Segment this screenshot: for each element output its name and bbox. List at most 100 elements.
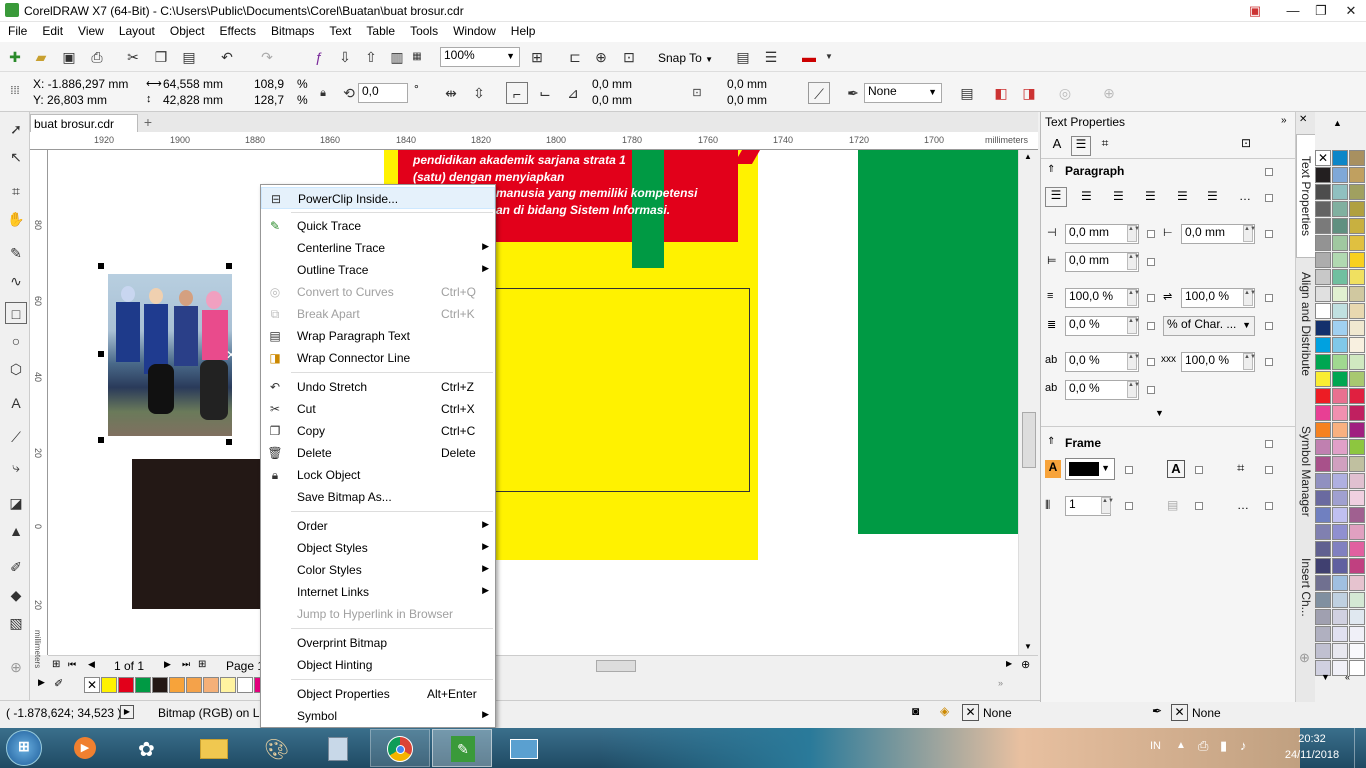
menu-item-outline-trace[interactable]: Outline Trace ▶: [261, 259, 495, 281]
drawing-canvas[interactable]: pendidikan akademik sarjana strata 1 (sa…: [48, 150, 1018, 655]
menu-item-internet-links[interactable]: Internet Links ▶: [261, 581, 495, 603]
color-swatch[interactable]: [1349, 558, 1365, 574]
color-swatch[interactable]: [1315, 626, 1331, 642]
color-swatch[interactable]: [1349, 541, 1365, 557]
taskbar-paint-app[interactable]: ✿: [120, 729, 180, 767]
vertical-scrollbar[interactable]: ▲ ▼: [1018, 150, 1038, 655]
checkbox[interactable]: [1125, 502, 1133, 510]
color-swatch[interactable]: [1332, 269, 1348, 285]
scale-y-field[interactable]: 128,7: [254, 93, 284, 107]
menu-item-wrap-paragraph-text[interactable]: ▤ Wrap Paragraph Text: [261, 325, 495, 347]
spin-icon[interactable]: ▲▼: [1243, 353, 1256, 370]
color-swatch[interactable]: [1349, 184, 1365, 200]
color-swatch[interactable]: [1315, 490, 1331, 506]
text-box-icon[interactable]: A: [1167, 460, 1185, 478]
checkbox[interactable]: [1265, 466, 1273, 474]
color-swatch[interactable]: [1349, 507, 1365, 523]
open-icon[interactable]: ▰: [30, 46, 52, 68]
corner-tl-field[interactable]: 0,0 mm: [592, 77, 632, 91]
taskbar-photo-viewer[interactable]: [494, 729, 554, 767]
color-swatch[interactable]: [186, 677, 202, 693]
welcome-screen-icon[interactable]: ▬: [798, 46, 820, 68]
outline-pen-icon[interactable]: ✒: [1152, 704, 1162, 718]
palette-up-icon[interactable]: ▲: [1333, 118, 1342, 128]
menu-help[interactable]: Help: [503, 22, 543, 42]
menu-item-jump-to-hyperlink[interactable]: Jump to Hyperlink in Browser: [261, 603, 495, 625]
color-swatch[interactable]: [1332, 507, 1348, 523]
mirror-v-icon[interactable]: ⇳: [468, 82, 490, 104]
align-left-icon[interactable]: ☰: [1081, 189, 1092, 203]
checkbox[interactable]: [1265, 502, 1273, 510]
menu-bitmaps[interactable]: Bitmaps: [263, 22, 321, 42]
checkbox[interactable]: [1265, 358, 1273, 366]
selection-handle[interactable]: [226, 439, 232, 445]
color-swatch[interactable]: [1315, 643, 1331, 659]
eyedropper-icon[interactable]: ✐: [54, 677, 63, 690]
color-swatch[interactable]: [1349, 405, 1365, 421]
fill-bucket-icon[interactable]: ◈: [940, 704, 949, 718]
undo-icon[interactable]: ↶: [216, 46, 238, 68]
rotation-field[interactable]: 0,0: [358, 83, 408, 103]
spin-icon[interactable]: ▲▼: [1243, 225, 1256, 242]
color-swatch[interactable]: [237, 677, 253, 693]
ellipse-tool-icon[interactable]: ○: [5, 330, 27, 352]
text-frame[interactable]: [486, 288, 750, 492]
checkbox[interactable]: [1147, 294, 1155, 302]
eyedropper-icon[interactable]: ✐: [5, 556, 27, 578]
scroll-down-icon[interactable]: ▼: [1024, 642, 1032, 651]
menu-layout[interactable]: Layout: [111, 22, 162, 42]
paragraph-tab-icon[interactable]: ☰: [1071, 136, 1091, 156]
minimize-button[interactable]: —: [1278, 0, 1308, 22]
color-swatch[interactable]: [169, 677, 185, 693]
connector-tool-icon[interactable]: ⤷: [5, 456, 27, 478]
selection-handle[interactable]: [98, 351, 104, 357]
publish-pdf-icon[interactable]: ▥: [386, 46, 408, 68]
color-swatch[interactable]: [1315, 184, 1331, 200]
last-page-icon[interactable]: ⏭: [182, 659, 190, 670]
color-swatch[interactable]: [1332, 303, 1348, 319]
color-swatch[interactable]: [1315, 286, 1331, 302]
rectangle-tool-icon[interactable]: □: [5, 302, 27, 324]
new-document-icon[interactable]: ✚: [4, 46, 26, 68]
checkbox[interactable]: [1265, 322, 1273, 330]
scale-x-field[interactable]: 108,9: [254, 77, 284, 91]
rulers-icon[interactable]: ⊏: [564, 46, 586, 68]
outline-width-select[interactable]: None ▼: [864, 83, 942, 103]
collapse-arrow-icon[interactable]: ⇑: [1047, 164, 1055, 175]
menu-item-wrap-connector-line[interactable]: ◨ Wrap Connector Line: [261, 347, 495, 369]
color-swatch[interactable]: [1349, 218, 1365, 234]
checkbox[interactable]: [1265, 194, 1273, 202]
print-icon[interactable]: ⎙: [86, 46, 108, 68]
taskbar-media-player[interactable]: ▶: [56, 729, 116, 767]
palette-expand-icon[interactable]: «: [1345, 672, 1350, 682]
align-none-icon[interactable]: ☰: [1045, 187, 1067, 207]
palette-down-icon[interactable]: ▼: [1321, 672, 1330, 682]
spin-icon[interactable]: ▲▼: [1127, 289, 1140, 306]
menu-item-overprint-bitmap[interactable]: Overprint Bitmap: [261, 632, 495, 654]
brochure-text-line-3[interactable]: manusia yang memiliki kompetensi: [496, 186, 697, 200]
color-swatch[interactable]: [1315, 507, 1331, 523]
color-swatch[interactable]: [1332, 422, 1348, 438]
menu-item-powerclip-inside[interactable]: ⊟ PowerClip Inside...: [261, 187, 495, 209]
photo-bitmap[interactable]: [108, 274, 232, 436]
chamfer-corner-icon[interactable]: ⊿: [562, 82, 584, 104]
align-center-icon[interactable]: ☰: [1113, 189, 1124, 203]
color-swatch[interactable]: [1315, 354, 1331, 370]
color-swatch[interactable]: [1349, 201, 1365, 217]
color-swatch[interactable]: [1315, 439, 1331, 455]
color-swatch[interactable]: [1332, 558, 1348, 574]
menu-item-centerline-trace[interactable]: Centerline Trace ▶: [261, 237, 495, 259]
color-swatch[interactable]: [1349, 167, 1365, 183]
tab-insert-character[interactable]: Insert Ch...: [1299, 558, 1313, 617]
copy-icon[interactable]: ❐: [150, 46, 172, 68]
checkbox[interactable]: [1195, 466, 1203, 474]
color-swatch[interactable]: [1332, 473, 1348, 489]
color-swatch[interactable]: [1349, 235, 1365, 251]
column-settings-icon[interactable]: ▤: [1167, 498, 1178, 512]
color-swatch[interactable]: [1315, 456, 1331, 472]
section-checkbox[interactable]: [1265, 168, 1273, 176]
restore-button[interactable]: ❐: [1306, 0, 1336, 22]
color-swatch[interactable]: [1315, 303, 1331, 319]
height-field[interactable]: 42,828 mm: [163, 93, 223, 107]
color-swatch[interactable]: [1332, 252, 1348, 268]
